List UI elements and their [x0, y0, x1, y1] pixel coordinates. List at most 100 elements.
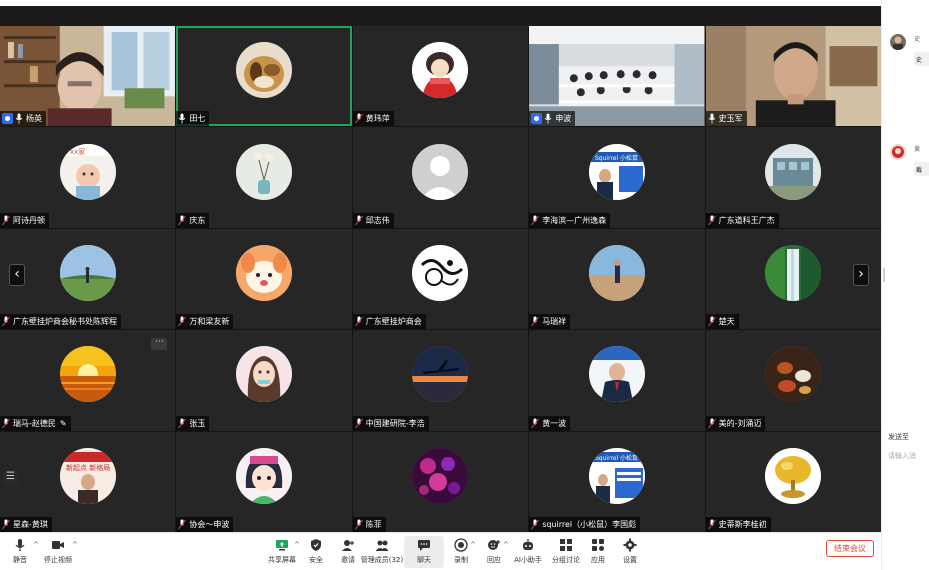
chat-label: 聊天 [417, 556, 431, 564]
participant-tile[interactable]: 美的-刘涌迈 [705, 330, 881, 431]
participant-nameplate: 黄一波 [529, 415, 571, 431]
participant-tile[interactable]: 新起点 新格局星森-黄琪 [0, 431, 176, 532]
participant-grid: 杨英 田七 黄玮萍 申波 史玉军 xx家 阿诗丹顿 庆东 邱志伟 Squirrel 小松鼠 李海滨—… [0, 26, 881, 532]
participant-tile[interactable]: 中国建研院-李浩 [352, 330, 529, 431]
mic-muted-icon [354, 515, 366, 532]
gear-button[interactable]: 设置 [610, 536, 650, 568]
participant-tile[interactable]: Squirrel 小松鼠 squirrel（小松鼠）李国彪 [529, 431, 705, 532]
share-screen-icon [276, 540, 288, 551]
participant-tile[interactable]: 杨英 [0, 26, 176, 127]
svg-text:xx家: xx家 [70, 147, 85, 156]
participant-tile[interactable]: 万和梁友新 [176, 228, 352, 330]
scrollbar[interactable] [883, 268, 885, 282]
participant-name: 史玉军 [718, 114, 743, 124]
participant-name: 楚天 [718, 317, 735, 327]
participant-nameplate: 万和梁友新 [176, 314, 234, 330]
record-icon [454, 538, 468, 552]
participant-nameplate: 李海滨—广州逸森 [529, 212, 611, 228]
chat-sender: 史 [914, 36, 921, 43]
participant-name: 阿诗丹顿 [13, 215, 45, 225]
participant-tile[interactable]: 广东壁挂炉商会 [352, 228, 529, 330]
participant-tile[interactable]: 广东道科王广杰 [705, 127, 881, 228]
participant-nameplate: 田七 [176, 111, 210, 127]
participant-nameplate: 史玉军 [705, 111, 747, 127]
gear-label: 设置 [623, 556, 637, 564]
next-page-button[interactable]: › [853, 264, 869, 286]
participant-tile[interactable]: 马瑞祥 [529, 228, 705, 330]
reaction-icon [488, 540, 500, 550]
chat-bubble: 史 [914, 52, 929, 66]
participant-name: 史蒂斯李桂初 [718, 520, 767, 529]
participant-tile[interactable]: ··· 瑞马-赵德民 ✎ [0, 330, 176, 431]
send-to-selector[interactable]: 发送至 [888, 432, 909, 442]
participant-avatar [236, 447, 293, 504]
mic-muted-icon [531, 515, 542, 532]
mic-muted-icon [2, 414, 13, 431]
ai-assistant-button[interactable]: AI小助手 [508, 536, 548, 568]
participant-nameplate: 广东道科王广杰 [705, 211, 779, 228]
participant-tile[interactable]: 庆东 [176, 127, 352, 228]
participant-avatar [236, 244, 293, 301]
chat-message: 黄 截 [890, 144, 929, 176]
rename-pencil-icon[interactable]: ✎ [60, 419, 67, 428]
chat-button[interactable]: 聊天 [404, 536, 444, 568]
participant-name: 万和梁友新 [189, 317, 230, 327]
participant-tile[interactable]: Squirrel 小松鼠李海滨—广州逸森 [529, 127, 705, 228]
participant-avatar [59, 346, 116, 403]
participant-avatar: Squirrel 小松鼠 [588, 447, 645, 504]
participant-name: 邱志伟 [365, 215, 390, 225]
participant-tile[interactable]: 史蒂斯李桂初 [705, 431, 881, 532]
participant-nameplate: 黄玮萍 [352, 111, 394, 127]
mic-muted-icon [354, 414, 366, 431]
more-options-icon[interactable]: ··· [151, 338, 168, 351]
participant-avatar: xx家 [59, 143, 116, 200]
ai-assistant-label: AI小助手 [514, 556, 542, 564]
mic-muted-icon [707, 312, 719, 329]
participant-avatar [412, 244, 469, 301]
meeting-toolbar: 静音 ^ 停止视频 ^ 共享屏幕 ^ 安全 邀请 管理成员(32) 聊天 录制 ^ 回应 ^ AI小… [0, 532, 881, 570]
participant-tile[interactable]: 黄一波 [529, 330, 705, 431]
participant-tile[interactable]: 申波 [529, 26, 705, 127]
svg-text:新起点 新格局: 新起点 新格局 [66, 463, 110, 472]
apps-label: 应用 [591, 556, 605, 564]
layout-list-icon[interactable]: ☰ [3, 470, 18, 485]
chat-avatar [890, 144, 906, 160]
shield-label: 安全 [309, 556, 323, 564]
participant-nameplate: 协会～申波 [176, 515, 234, 532]
participant-name: 星森-黄琪 [13, 520, 48, 529]
participant-tile[interactable]: 协会～申波 [176, 431, 352, 532]
participant-nameplate: 美的-刘涌迈 [705, 415, 766, 431]
participant-avatar [412, 143, 469, 200]
video-options-caret[interactable]: ^ [72, 541, 78, 549]
mic-icon [544, 109, 555, 126]
chat-sender: 黄 [914, 146, 921, 153]
gear-icon [623, 538, 637, 552]
mic-muted-icon [178, 414, 189, 431]
apps-icon [592, 539, 604, 551]
participant-nameplate: 庆东 [176, 212, 210, 228]
svg-text:Squirrel 小松鼠: Squirrel 小松鼠 [595, 154, 638, 162]
end-meeting-button[interactable]: 结束会议 [826, 540, 874, 557]
previous-page-button[interactable]: ‹ [9, 264, 25, 286]
mic-muted-icon [178, 515, 189, 532]
participant-tile[interactable]: 张玉 [176, 330, 352, 431]
participant-avatar [588, 346, 645, 403]
mic-muted-icon [707, 211, 719, 228]
participant-tile[interactable]: 黄玮萍 [352, 26, 529, 127]
participant-nameplate: 史蒂斯李桂初 [705, 517, 771, 532]
participant-avatar: Squirrel 小松鼠 [588, 143, 645, 200]
shield-icon [311, 539, 321, 551]
participant-avatar [765, 244, 822, 301]
participant-tile[interactable]: 邱志伟 [352, 127, 529, 228]
members-button[interactable]: 管理成员(32) [361, 536, 403, 568]
participant-tile[interactable]: 广东壁挂炉商会秘书处陈辉程 [0, 228, 176, 330]
participant-tile[interactable]: xx家阿诗丹顿 [0, 127, 176, 228]
participant-tile[interactable]: 陈菲 [352, 431, 529, 532]
chat-input[interactable]: 请输入消 [888, 451, 916, 461]
record-label: 录制 [454, 556, 468, 564]
participant-name: 瑞马-赵德民 [13, 418, 56, 428]
participant-name: squirrel（小松鼠）李国彪 [542, 520, 637, 529]
participant-name: 黄一波 [542, 418, 567, 428]
participant-tile[interactable]: 田七 [176, 26, 352, 127]
participant-tile[interactable]: 史玉军 [705, 26, 881, 127]
